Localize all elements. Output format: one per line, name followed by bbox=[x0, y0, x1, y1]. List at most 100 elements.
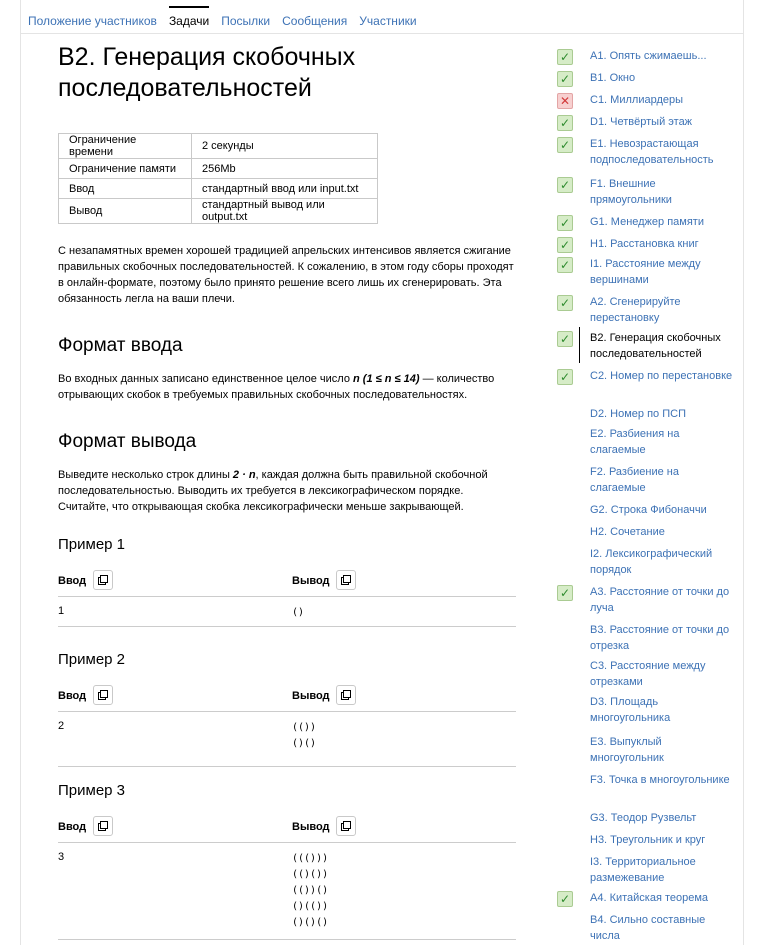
tab-participants[interactable]: Участники bbox=[359, 6, 416, 28]
check-icon: ✓ bbox=[557, 331, 573, 347]
problem-link[interactable]: G1. Менеджер памяти bbox=[590, 214, 735, 230]
example-output: ((())) (()()) (())() ()(()) ()()() bbox=[292, 851, 328, 931]
problem-link[interactable]: I3. Территориальное размежевание bbox=[590, 854, 735, 886]
copy-output-button[interactable] bbox=[336, 816, 356, 836]
top-nav: Положение участников Задачи Посылки Сооб… bbox=[28, 6, 429, 28]
limits-row: Ограничение времени 2 секунды bbox=[58, 133, 378, 159]
limit-value: стандартный ввод или input.txt bbox=[191, 178, 378, 199]
tab-submissions[interactable]: Посылки bbox=[221, 6, 270, 28]
problem-link[interactable]: D3. Площадь многоугольника bbox=[590, 694, 735, 726]
tab-problems[interactable]: Задачи bbox=[168, 6, 210, 28]
problem-link[interactable]: B1. Окно bbox=[590, 70, 735, 86]
problem-link[interactable]: A4. Китайская теорема bbox=[590, 890, 735, 906]
tab-standings[interactable]: Положение участников bbox=[28, 6, 157, 28]
output-format-text: Выведите несколько строк длины 2 · n, ка… bbox=[58, 467, 516, 515]
output-line: ()() bbox=[292, 738, 317, 749]
limit-label: Ввод bbox=[58, 178, 192, 199]
problem-link[interactable]: G2. Строка Фибоначчи bbox=[590, 502, 735, 518]
problem-link[interactable]: E3. Выпуклый многоугольник bbox=[590, 734, 735, 766]
copy-output-button[interactable] bbox=[336, 570, 356, 590]
current-indicator bbox=[579, 327, 580, 363]
copy-output-button[interactable] bbox=[336, 685, 356, 705]
text-part: Во входных данных записано единственное … bbox=[58, 373, 354, 385]
problem-link[interactable]: D2. Номер по ПСП bbox=[590, 406, 735, 422]
problem-link[interactable]: F1. Внешние прямоугольники bbox=[590, 176, 735, 208]
problem-link[interactable]: C1. Миллиардеры bbox=[590, 92, 735, 108]
copy-input-button[interactable] bbox=[93, 816, 113, 836]
copy-icon bbox=[341, 575, 351, 585]
problem-link[interactable]: A2. Сгенерируйте перестановку bbox=[590, 294, 735, 326]
check-icon: ✓ bbox=[557, 295, 573, 311]
check-icon: ✓ bbox=[557, 137, 573, 153]
check-icon: ✓ bbox=[557, 891, 573, 907]
check-icon: ✓ bbox=[557, 369, 573, 385]
example-title: Пример 1 bbox=[58, 536, 126, 553]
output-line: ()()() bbox=[292, 917, 329, 928]
problem-link[interactable]: B3. Расстояние от точки до отрезка bbox=[590, 622, 735, 654]
example-body: 1 () bbox=[58, 605, 516, 627]
check-icon: ✓ bbox=[557, 237, 573, 253]
problem-link[interactable]: I2. Лексикографический порядок bbox=[590, 546, 735, 578]
copy-input-button[interactable] bbox=[93, 570, 113, 590]
example-title: Пример 3 bbox=[58, 782, 126, 799]
copy-icon bbox=[98, 821, 108, 831]
problem-title: B2. Генерация скобочных последовательнос… bbox=[58, 43, 356, 102]
output-line: (()) bbox=[292, 722, 317, 733]
problem-link[interactable]: G3. Теодор Рузвельт bbox=[590, 810, 735, 826]
example-header: Ввод Вывод bbox=[58, 685, 516, 712]
limit-label: Вывод bbox=[58, 198, 192, 224]
example-body: 2 (()) ()() bbox=[58, 720, 516, 767]
problem-link[interactable]: D1. Четвёртый этаж bbox=[590, 114, 735, 130]
check-icon: ✓ bbox=[557, 49, 573, 65]
check-icon: ✓ bbox=[557, 215, 573, 231]
example-output: () bbox=[292, 605, 304, 621]
problem-link[interactable]: F3. Точка в многоугольнике bbox=[590, 772, 735, 788]
limit-value: 2 секунды bbox=[191, 133, 378, 159]
example-body: 3 ((())) (()()) (())() ()(()) ()()() bbox=[58, 851, 516, 940]
problem-link[interactable]: F2. Разбиение на слагаемые bbox=[590, 464, 735, 496]
problem-link[interactable]: H3. Треугольник и круг bbox=[590, 832, 735, 848]
problem-link[interactable]: C3. Расстояние между отрезками bbox=[590, 658, 735, 690]
nav-divider bbox=[20, 33, 743, 34]
limit-value: 256Mb bbox=[191, 158, 378, 179]
example-input-label: Ввод bbox=[58, 821, 87, 833]
output-line: (()()) bbox=[292, 869, 329, 880]
limits-row: Вывод стандартный вывод или output.txt bbox=[58, 198, 378, 224]
check-icon: ✓ bbox=[557, 115, 573, 131]
example-input: 2 bbox=[58, 720, 65, 732]
example-output-label: Вывод bbox=[292, 575, 330, 587]
problem-link[interactable]: C2. Номер по перестановке bbox=[590, 368, 735, 384]
output-line: ((())) bbox=[292, 853, 329, 864]
legend-text: С незапамятных времен хорошей традицией … bbox=[58, 245, 514, 305]
limits-row: Ограничение памяти 256Mb bbox=[58, 158, 378, 179]
check-icon: ✓ bbox=[557, 177, 573, 193]
example-input-label: Ввод bbox=[58, 575, 87, 587]
limits-row: Ввод стандартный ввод или input.txt bbox=[58, 178, 378, 199]
problem-link[interactable]: A3. Расстояние от точки до луча bbox=[590, 584, 735, 616]
problem-link[interactable]: E2. Разбиения на слагаемые bbox=[590, 426, 735, 458]
problem-link[interactable]: B2. Генерация скобочных последовательнос… bbox=[590, 330, 735, 362]
cross-icon: ✕ bbox=[557, 93, 573, 109]
copy-icon bbox=[98, 690, 108, 700]
tab-messages[interactable]: Сообщения bbox=[282, 6, 347, 28]
problem-link[interactable]: B4. Сильно составные числа bbox=[590, 912, 735, 944]
check-icon: ✓ bbox=[557, 71, 573, 87]
check-icon: ✓ bbox=[557, 585, 573, 601]
example-header: Ввод Вывод bbox=[58, 816, 516, 843]
problem-link[interactable]: I1. Расстояние между вершинами bbox=[590, 256, 735, 288]
problem-link[interactable]: A1. Опять сжимаешь... bbox=[590, 48, 735, 64]
output-line: ()(()) bbox=[292, 901, 329, 912]
problem-link[interactable]: H1. Расстановка книг bbox=[590, 236, 735, 252]
input-format-text: Во входных данных записано единственное … bbox=[58, 371, 516, 403]
limit-label: Ограничение памяти bbox=[58, 158, 192, 179]
problem-link[interactable]: E1. Невозрастающая подпоследовательность bbox=[590, 136, 735, 168]
check-icon: ✓ bbox=[557, 257, 573, 273]
copy-input-button[interactable] bbox=[93, 685, 113, 705]
output-line: () bbox=[292, 607, 305, 618]
example-output-label: Вывод bbox=[292, 690, 330, 702]
text-part: Выведите несколько строк длины bbox=[58, 469, 233, 481]
example-header: Ввод Вывод bbox=[58, 570, 516, 597]
problem-link[interactable]: H2. Сочетание bbox=[590, 524, 735, 540]
example-title: Пример 2 bbox=[58, 651, 126, 668]
limits-table: Ограничение времени 2 секунды Ограничение… bbox=[58, 133, 378, 224]
